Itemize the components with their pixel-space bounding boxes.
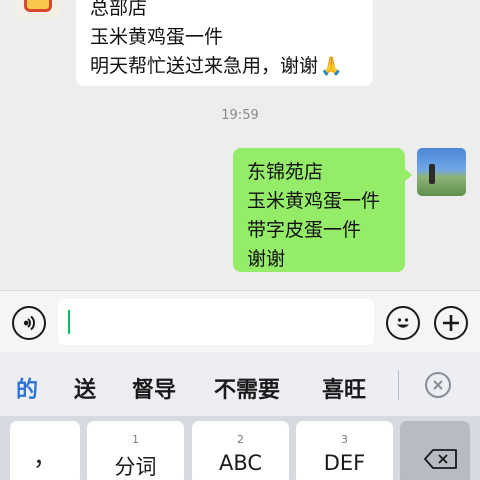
candidate-word[interactable]: 督导 (132, 372, 176, 404)
divider (398, 370, 399, 400)
message-line: 明天帮忙送过来急用，谢谢 🙏 (90, 52, 359, 81)
avatar-image (24, 0, 52, 12)
message-line: 玉米黄鸡蛋一件 (247, 190, 381, 212)
avatar-image (429, 164, 435, 184)
key-number: 2 (237, 433, 244, 446)
key-3-def[interactable]: 3 DEF (296, 421, 393, 480)
message-input[interactable] (58, 299, 374, 345)
candidate-bar: 的 送 督导 不需要 喜旺 (0, 352, 480, 416)
contact-avatar[interactable] (14, 0, 62, 18)
key-comma[interactable]: ， (10, 421, 80, 480)
close-circle-icon[interactable] (425, 372, 451, 398)
emoji-icon[interactable] (386, 306, 420, 340)
key-label: DEF (323, 451, 366, 475)
candidate-word[interactable]: 不需要 (214, 372, 280, 404)
message-timestamp: 19:59 (221, 108, 259, 123)
backspace-icon (424, 449, 457, 469)
message-text: 明天帮忙送过来急用，谢谢 (90, 55, 319, 77)
backspace-key[interactable] (400, 421, 470, 480)
message-input-bar (0, 290, 480, 352)
key-number: 1 (132, 433, 139, 446)
message-line: 东锦苑店 (247, 161, 324, 183)
bubble-tail (404, 168, 412, 182)
key-label: ABC (218, 451, 263, 475)
message-line: 玉米黄鸡蛋一件 (90, 26, 224, 48)
chat-area: 总部店 玉米黄鸡蛋一件 明天帮忙送过来急用，谢谢 🙏 19:59 东锦苑店 玉米黄… (0, 0, 480, 290)
voice-icon[interactable] (12, 306, 46, 340)
key-1-fenci[interactable]: 1 分词 (87, 421, 184, 480)
message-line: 总部店 (90, 0, 148, 19)
keyboard: ， 1 分词 2 ABC 3 DEF (0, 416, 480, 480)
outgoing-message-bubble[interactable]: 东锦苑店 玉米黄鸡蛋一件 带字皮蛋一件 谢谢 (233, 148, 405, 272)
plus-icon[interactable] (434, 306, 468, 340)
incoming-message-bubble[interactable]: 总部店 玉米黄鸡蛋一件 明天帮忙送过来急用，谢谢 🙏 (76, 0, 373, 86)
candidate-word[interactable]: 的 (16, 372, 38, 404)
user-avatar[interactable] (417, 148, 466, 196)
message-line: 谢谢 (247, 248, 286, 270)
candidate-word[interactable]: 送 (74, 372, 96, 404)
message-line: 带字皮蛋一件 (247, 219, 362, 241)
key-2-abc[interactable]: 2 ABC (192, 421, 289, 480)
key-number: 3 (341, 433, 348, 446)
text-cursor (68, 310, 70, 334)
pray-emoji-icon: 🙏 (320, 56, 343, 77)
candidate-word[interactable]: 喜旺 (322, 372, 366, 404)
key-label: 分词 (114, 455, 157, 479)
key-label: ， (33, 443, 57, 471)
